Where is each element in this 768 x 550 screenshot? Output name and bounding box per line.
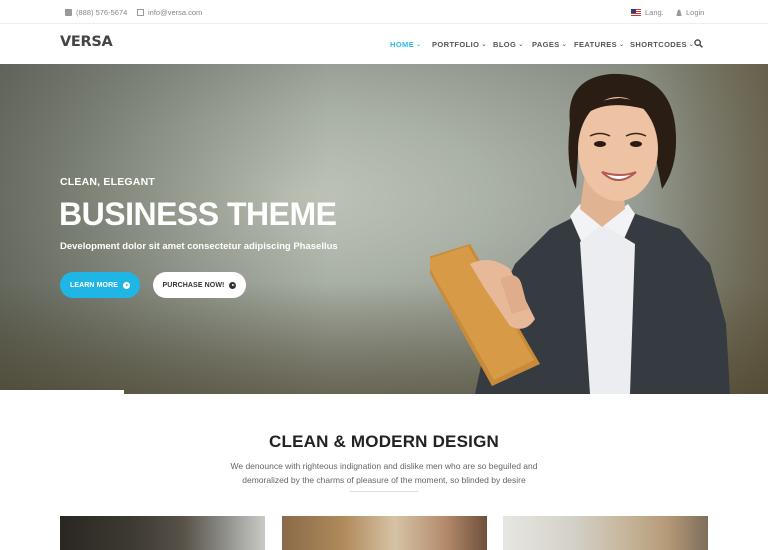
nav-item-shortcodes[interactable]: SHORTCODES ⌄ (630, 24, 694, 64)
chevron-down-icon: ⌄ (481, 41, 487, 48)
section-title: CLEAN & MODERN DESIGN (269, 432, 499, 451)
slider-progress-indicator (0, 390, 124, 394)
mail-icon (137, 8, 144, 16)
chevron-down-icon: ⌄ (518, 41, 524, 48)
top-bar: (888) 576-5674 info@versa.com Lang. Logi… (0, 0, 768, 24)
hero-eyebrow: CLEAN, ELEGANT (60, 176, 155, 188)
site-logo[interactable]: VERSA (60, 34, 113, 50)
email-address: info@versa.com (148, 7, 203, 17)
nav-item-label: BLOG (493, 39, 517, 49)
section-description: We denounce with righteous indignation a… (214, 459, 554, 487)
us-flag-icon (631, 8, 641, 16)
language-label: Lang. (645, 7, 664, 17)
feature-image[interactable] (503, 516, 708, 550)
chevron-down-icon: ⌄ (619, 41, 625, 48)
nav-item-features[interactable]: FEATURES ⌄ (574, 24, 625, 64)
hero-title: BUSINESS THEME (59, 196, 337, 232)
phone-contact[interactable]: (888) 576-5674 (65, 0, 127, 24)
section-description-line: We denounce with righteous indignation a… (230, 461, 538, 471)
user-icon (676, 8, 682, 16)
purchase-now-label: PURCHASE NOW! (162, 281, 225, 289)
arrow-circle-right-icon (229, 281, 237, 289)
nav-item-label: FEATURES (574, 39, 618, 49)
nav-item-label: SHORTCODES (630, 39, 687, 49)
language-selector[interactable]: Lang. (631, 0, 664, 24)
nav-item-portfolio[interactable]: PORTFOLIO ⌄ (432, 24, 487, 64)
nav-item-blog[interactable]: BLOG ⌄ (493, 24, 524, 64)
arrow-circle-right-icon (123, 281, 131, 289)
chevron-down-icon: ⌄ (561, 41, 568, 48)
nav-item-label: PORTFOLIO (432, 39, 480, 49)
learn-more-label: LEARN MORE (69, 281, 119, 289)
main-navbar: VERSA HOME ⌄ PORTFOLIO ⌄ BLOG ⌄ PAGES ⌄ FEAT… (0, 24, 768, 64)
nav-item-label: HOME (390, 39, 415, 49)
section-divider (350, 491, 418, 492)
hero-subtitle: Development dolor sit amet consectetur a… (60, 241, 338, 252)
purchase-now-button[interactable]: PURCHASE NOW! (153, 272, 246, 298)
businesswoman-image (430, 73, 730, 394)
feature-image[interactable] (282, 516, 487, 550)
section-description-line: demoralized by the charms of pleasure of… (242, 475, 526, 485)
email-contact[interactable]: info@versa.com (137, 0, 202, 24)
learn-more-button[interactable]: LEARN MORE (60, 272, 140, 298)
login-link[interactable]: Login (676, 0, 704, 24)
phone-icon (65, 8, 72, 16)
nav-item-label: PAGES (532, 39, 560, 49)
search-icon[interactable] (694, 39, 703, 48)
chevron-down-icon: ⌄ (416, 41, 422, 48)
nav-item-pages[interactable]: PAGES ⌄ (532, 24, 567, 64)
phone-number: (888) 576-5674 (76, 7, 128, 17)
nav-item-home[interactable]: HOME ⌄ (390, 24, 422, 64)
login-label: Login (686, 7, 705, 17)
feature-image[interactable] (60, 516, 265, 550)
hero-slider: CLEAN, ELEGANT BUSINESS THEME Developmen… (0, 64, 768, 394)
